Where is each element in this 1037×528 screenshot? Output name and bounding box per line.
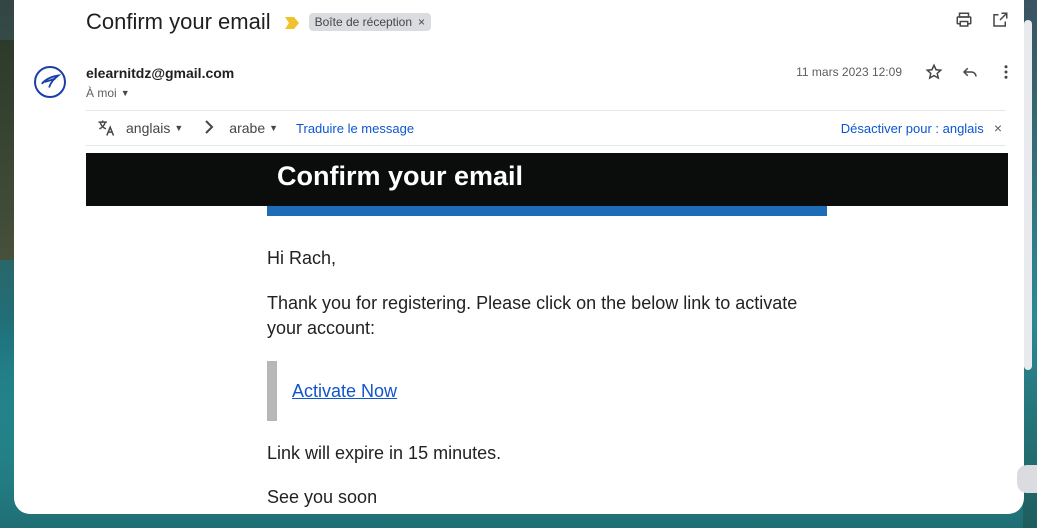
chevron-right-icon	[203, 119, 215, 137]
translate-message-link[interactable]: Traduire le message	[296, 121, 414, 136]
open-in-new-window-icon[interactable]	[990, 10, 1010, 30]
close-icon[interactable]: ×	[994, 120, 1002, 136]
more-vert-icon[interactable]	[996, 62, 1016, 82]
translate-bar: anglais ▼ arabe ▼ Traduire le message	[96, 117, 414, 139]
message-date: 11 mars 2023 12:09	[796, 65, 902, 79]
sender-logo-icon	[41, 74, 61, 88]
disable-translation-link[interactable]: Désactiver pour : anglais	[841, 121, 984, 136]
disable-translation: Désactiver pour : anglais ×	[841, 117, 1002, 139]
greeting-text: Hi Rach,	[267, 248, 337, 268]
chevron-down-icon: ▼	[174, 123, 184, 133]
banner-accent-bar	[267, 206, 827, 216]
email-view: Confirm your email Boîte de réception × …	[14, 0, 1024, 514]
sender-avatar[interactable]	[34, 66, 66, 98]
chevron-down-icon: ▼	[269, 123, 279, 133]
target-language-label: arabe	[229, 120, 266, 136]
divider	[86, 110, 1006, 111]
source-language-select[interactable]: anglais ▼	[126, 120, 183, 136]
reply-icon[interactable]	[960, 62, 980, 82]
source-language-label: anglais	[126, 120, 171, 136]
divider	[86, 145, 1006, 146]
activate-callout: Activate Now	[267, 361, 397, 421]
side-panel-toggle[interactable]	[1017, 465, 1037, 493]
subject-row: Confirm your email Boîte de réception ×	[86, 6, 432, 38]
top-actions	[954, 10, 1010, 30]
label-chip-inbox[interactable]: Boîte de réception ×	[308, 13, 432, 31]
importance-marker-icon[interactable]	[284, 16, 299, 29]
banner-title: Confirm your email	[277, 161, 524, 191]
chevron-down-icon: ▼	[120, 88, 130, 98]
sender-email[interactable]: elearnitdz@gmail.com	[86, 65, 234, 81]
recipient-label: À moi	[86, 86, 117, 100]
expiry-text: Link will expire in 15 minutes.	[267, 443, 502, 463]
recipient-details-toggle[interactable]: À moi ▼	[86, 86, 130, 100]
email-banner: Confirm your email	[86, 153, 1008, 206]
label-chip-text: Boîte de réception	[314, 15, 413, 29]
activate-now-link[interactable]: Activate Now	[292, 381, 397, 402]
scrollbar[interactable]	[1024, 20, 1032, 370]
star-icon[interactable]	[924, 62, 944, 82]
closing-text: See you soon	[267, 487, 378, 507]
print-icon[interactable]	[954, 10, 974, 30]
body-paragraph: Thank you for registering. Please click …	[267, 293, 798, 338]
label-chip-remove-button[interactable]: ×	[418, 15, 425, 29]
callout-bar	[267, 361, 277, 421]
email-subject: Confirm your email	[86, 9, 271, 34]
message-actions: 11 mars 2023 12:09	[796, 62, 1016, 82]
wallpaper-tree	[0, 40, 14, 260]
translate-icon	[96, 118, 116, 138]
target-language-select[interactable]: arabe ▼	[229, 120, 278, 136]
